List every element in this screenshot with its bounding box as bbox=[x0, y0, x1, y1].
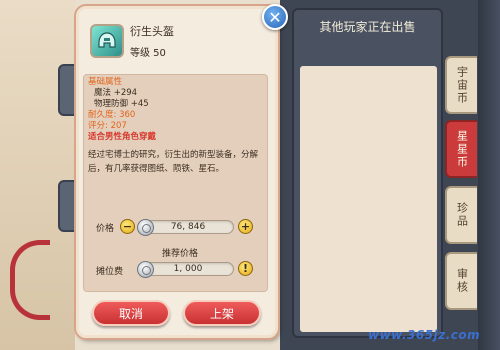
close-button[interactable]: ✕ bbox=[262, 4, 288, 30]
tab-universe-coin[interactable]: 宇宙币 bbox=[445, 56, 477, 114]
watermark: www.365jz.com bbox=[368, 328, 481, 342]
list-item-label: 上架 bbox=[209, 306, 234, 321]
item-level: 等级 50 bbox=[130, 48, 166, 59]
decrease-price-button[interactable]: − bbox=[120, 219, 135, 234]
tab-label: 宇宙币 bbox=[455, 65, 469, 105]
tab-label: 星星币 bbox=[455, 129, 469, 169]
stat-header: 基础属性 bbox=[88, 77, 123, 87]
background-ornament bbox=[10, 240, 50, 320]
plus-icon: + bbox=[240, 220, 251, 233]
market-listing-area[interactable] bbox=[300, 66, 437, 332]
silver-coin-icon bbox=[137, 261, 154, 278]
list-item-button[interactable]: 上架 bbox=[183, 300, 261, 326]
stat-score: 评分: 207 bbox=[88, 121, 127, 131]
minus-icon: − bbox=[122, 220, 133, 233]
price-input[interactable]: 76, 846 bbox=[142, 220, 234, 234]
side-decoration bbox=[478, 0, 500, 350]
fee-value: 1, 000 bbox=[173, 264, 203, 274]
cancel-button[interactable]: 取消 bbox=[92, 300, 170, 326]
tab-label: 审核 bbox=[455, 268, 469, 294]
price-label: 价格 bbox=[96, 224, 115, 234]
increase-price-button[interactable]: + bbox=[238, 219, 253, 234]
fee-display: 1, 000 bbox=[142, 262, 234, 276]
price-value: 76, 846 bbox=[170, 222, 206, 232]
market-panel: 其他玩家正在出售 bbox=[292, 8, 443, 338]
tab-review[interactable]: 审核 bbox=[445, 252, 477, 310]
recommended-price-label: 推荐价格 bbox=[162, 249, 199, 259]
stat-phys-def: 物理防御 +45 bbox=[94, 99, 149, 109]
stat-durability: 耐久度: 360 bbox=[88, 110, 136, 120]
helmet-icon bbox=[90, 24, 124, 58]
exclamation-icon: ! bbox=[242, 262, 249, 275]
silver-coin-icon bbox=[137, 219, 154, 236]
fee-label: 摊位费 bbox=[96, 267, 124, 277]
close-icon: ✕ bbox=[268, 7, 282, 27]
item-name: 衍生头盔 bbox=[130, 25, 174, 38]
tab-star-coin[interactable]: 星星币 bbox=[445, 120, 477, 178]
market-title: 其他玩家正在出售 bbox=[319, 20, 416, 34]
item-description: 经过宅博士的研究，衍生出的新型装备，分解后，有几率获得图纸、陨铁、星石。 bbox=[88, 150, 259, 174]
tab-label: 珍品 bbox=[455, 202, 469, 228]
tab-treasure[interactable]: 珍品 bbox=[445, 186, 477, 244]
cancel-label: 取消 bbox=[118, 306, 143, 321]
fee-info-button[interactable]: ! bbox=[238, 261, 253, 276]
stat-restriction: 适合男性角色穿戴 bbox=[88, 132, 157, 142]
stat-magic: 魔法 +294 bbox=[94, 88, 138, 98]
